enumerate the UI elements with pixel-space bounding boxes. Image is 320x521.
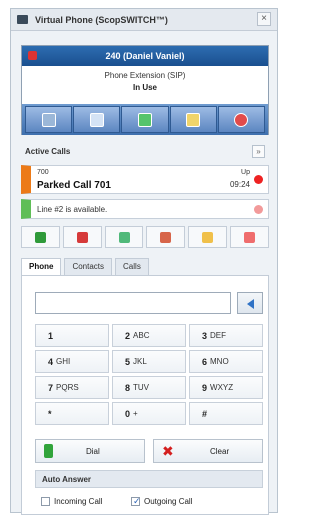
hangup-dot-icon[interactable] <box>254 175 263 184</box>
park-button[interactable] <box>121 106 169 133</box>
call-name: Parked Call 701 <box>37 180 111 191</box>
clear-icon: ✖ <box>162 443 174 459</box>
clear-button[interactable]: ✖ Clear <box>153 439 263 463</box>
answer-button[interactable] <box>21 226 60 248</box>
call-timer: 09:24 <box>229 180 250 189</box>
key-7[interactable]: 7 PQRS <box>35 376 109 399</box>
unknown-button[interactable] <box>169 106 217 133</box>
key-6[interactable]: 6 MNO <box>189 350 263 373</box>
park-icon <box>138 112 152 127</box>
call-id: 700 <box>37 169 49 176</box>
line-availability-row: Line #2 is available. <box>21 199 269 219</box>
active-calls-title: Active Calls <box>25 147 71 156</box>
hangup-icon <box>76 231 88 243</box>
incoming-call-label: Incoming Call <box>54 497 103 506</box>
call-state: Up <box>241 169 250 176</box>
tab-contacts[interactable]: Contacts <box>64 258 113 276</box>
auto-answer-title: Auto Answer <box>42 475 92 484</box>
key-8[interactable]: 8 TUV <box>112 376 186 399</box>
hangup-button[interactable] <box>217 106 266 133</box>
close-button[interactable]: × <box>257 12 271 26</box>
answer-icon <box>34 231 46 243</box>
dial-button[interactable]: Dial <box>35 439 145 463</box>
key-3[interactable]: 3 DEF <box>189 324 263 347</box>
virtual-phone-window: Virtual Phone (ScopSWITCH™) × 240 (Danie… <box>10 8 278 515</box>
line-dot-icon <box>254 205 263 214</box>
send-icon <box>202 231 214 243</box>
record-icon <box>160 231 172 243</box>
stop-button[interactable] <box>230 226 269 248</box>
tab-calls[interactable]: Calls <box>115 258 149 276</box>
hangup-button[interactable] <box>62 226 102 248</box>
key-star[interactable]: * <box>35 402 109 425</box>
phone-app-icon <box>17 15 28 24</box>
tab-bar: Phone Contacts Calls <box>21 258 269 276</box>
line-availability-text: Line #2 is available. <box>37 205 108 214</box>
transfer-icon <box>89 112 104 127</box>
transfer-button[interactable] <box>73 106 121 133</box>
active-calls-toggle[interactable]: » <box>252 145 265 158</box>
unknown-icon <box>186 112 201 127</box>
extension-name: 240 (Daniel Vaniel) <box>105 51 185 61</box>
extension-toolbar <box>22 104 268 135</box>
outgoing-call-label: Outgoing Call <box>144 497 193 506</box>
dial-icon <box>44 444 53 458</box>
key-hash[interactable]: # <box>189 402 263 425</box>
clear-button-label: Clear <box>210 447 230 456</box>
phone-pad: 1 2 ABC 3 DEF 4 GHI 5 JKL 6 MNO 7 PQRS 8 TUV 9W… <box>21 275 269 515</box>
extension-subtitle: Phone Extension (SIP) <box>104 71 186 80</box>
check-icon: ✓ <box>133 496 141 506</box>
outgoing-call-checkbox[interactable]: ✓ <box>131 496 141 506</box>
key-0[interactable]: 0 + <box>112 402 186 425</box>
key-4[interactable]: 4 GHI <box>35 350 109 373</box>
extension-header: 240 (Daniel Vaniel) <box>22 46 268 66</box>
user-icon <box>41 112 56 127</box>
back-arrow-icon <box>247 299 254 309</box>
key-2[interactable]: 2 ABC <box>112 324 186 347</box>
auto-answer-header: Auto Answer <box>35 470 263 488</box>
park-icon <box>118 231 130 243</box>
auto-answer-options: Incoming Call ✓ Outgoing Call <box>35 496 263 510</box>
park-button[interactable] <box>104 226 144 248</box>
dial-button-label: Dial <box>86 447 100 456</box>
active-calls-header: Active Calls » <box>21 143 269 161</box>
extension-panel: 240 (Daniel Vaniel) Phone Extension (SIP… <box>21 45 269 135</box>
hangup-icon <box>234 112 249 127</box>
user-button[interactable] <box>25 106 73 133</box>
incoming-call-checkbox[interactable] <box>41 497 50 506</box>
extension-status: In Use <box>132 83 157 92</box>
window-title: Virtual Phone (ScopSWITCH™) <box>35 15 168 25</box>
key-5[interactable]: 5 JKL <box>112 350 186 373</box>
tab-phone[interactable]: Phone <box>21 258 62 276</box>
key-9[interactable]: 9 WXYZ <box>189 376 263 399</box>
stop-icon <box>244 231 256 243</box>
active-call-row[interactable]: 700 Parked Call 701 Up 09:24 <box>21 165 269 194</box>
title-bar: Virtual Phone (ScopSWITCH™) × <box>11 9 277 31</box>
keypad: 1 2 ABC 3 DEF 4 GHI 5 JKL 6 MNO 7 PQRS 8 TUV 9W… <box>35 324 263 425</box>
record-button[interactable] <box>146 226 186 248</box>
send-button[interactable] <box>188 226 228 248</box>
call-actions <box>21 226 269 248</box>
backspace-button[interactable] <box>237 292 263 314</box>
key-1[interactable]: 1 <box>35 324 109 347</box>
dial-input[interactable] <box>35 292 231 314</box>
